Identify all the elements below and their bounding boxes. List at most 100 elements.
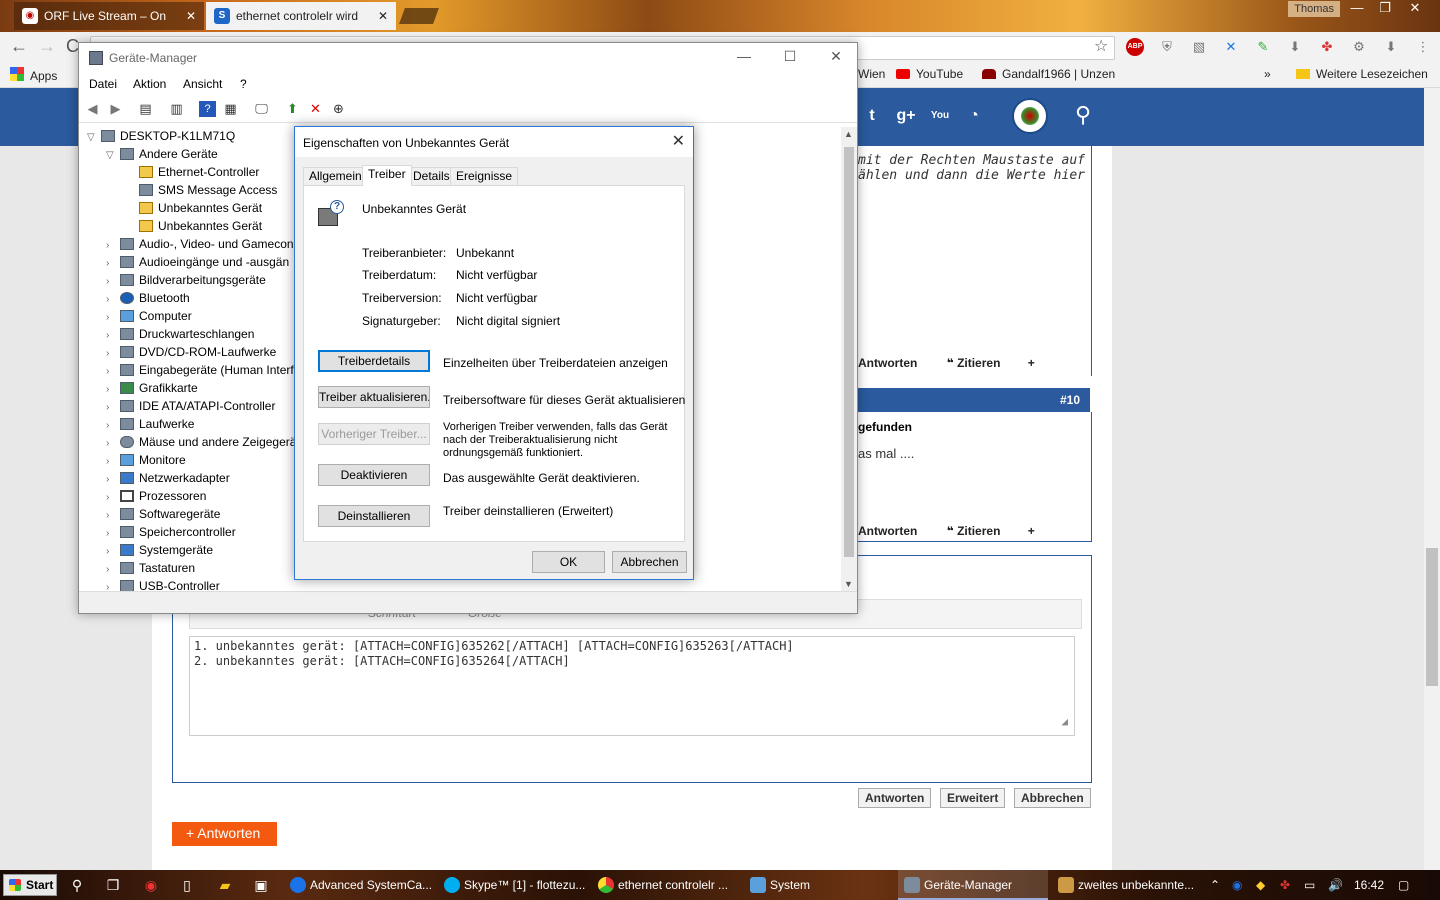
- site-logo[interactable]: [1012, 98, 1048, 134]
- browser-tab-orf[interactable]: ◉ ORF Live Stream – On ✕: [14, 2, 204, 30]
- twitter-icon[interactable]: t: [860, 104, 884, 128]
- uninstall-icon[interactable]: ✕: [307, 101, 324, 117]
- tree-category[interactable]: › Audioeingänge und -ausgän: [106, 253, 289, 271]
- expand-icon[interactable]: ›: [106, 579, 118, 591]
- task-system[interactable]: System: [744, 870, 894, 900]
- close-button[interactable]: ✕: [813, 48, 859, 68]
- advanced-button[interactable]: Erweitert: [940, 788, 1006, 808]
- tab-close-icon[interactable]: ✕: [378, 2, 388, 30]
- download-icon[interactable]: ⬇: [1286, 38, 1304, 56]
- tree-category[interactable]: › Audio-, Video- und Gamecon: [106, 235, 294, 253]
- image-icon[interactable]: ▧: [1190, 38, 1208, 56]
- tab-close-icon[interactable]: ✕: [186, 2, 196, 30]
- new-tab-button[interactable]: [399, 8, 439, 24]
- help-icon[interactable]: ?: [199, 101, 216, 117]
- quote-link[interactable]: Zitieren: [957, 356, 1000, 370]
- resize-handle-icon[interactable]: ◢: [1061, 714, 1068, 729]
- driver-details-button[interactable]: Treiberdetails: [318, 350, 430, 372]
- bookmark-wien[interactable]: Wien: [858, 67, 885, 81]
- scan-monitor-icon[interactable]: 🖵: [253, 101, 270, 117]
- update-driver-button[interactable]: Treiber aktualisieren...: [318, 386, 430, 408]
- close-icon[interactable]: ✕: [672, 131, 685, 151]
- view-list-icon[interactable]: ▦: [222, 101, 239, 117]
- task-view-icon[interactable]: ❐: [104, 876, 122, 894]
- cancel-button[interactable]: Abbrechen: [612, 551, 687, 573]
- menu-ansicht[interactable]: Ansicht: [183, 77, 222, 91]
- start-button[interactable]: Start: [3, 874, 57, 896]
- maximize-button[interactable]: ❐: [1370, 0, 1400, 18]
- store-icon[interactable]: ▣: [252, 876, 270, 894]
- tree-category[interactable]: › Tastaturen: [106, 559, 195, 577]
- multi-quote-icon[interactable]: +: [1028, 356, 1035, 370]
- tree-category[interactable]: › Netzwerkadapter: [106, 469, 230, 487]
- tab-ereignisse[interactable]: Ereignisse: [450, 167, 519, 185]
- cancel-button[interactable]: Abbrechen: [1014, 788, 1091, 808]
- task-skype[interactable]: Skype™ [1] - flottezu...: [438, 870, 588, 900]
- minimize-button[interactable]: —: [721, 48, 767, 68]
- uninstall-button[interactable]: Deinstallieren: [318, 505, 430, 527]
- tree-category[interactable]: › Druckwarteschlangen: [106, 325, 254, 343]
- minimize-button[interactable]: —: [1342, 0, 1372, 18]
- answer-button[interactable]: + Antworten: [172, 822, 277, 846]
- translate-icon[interactable]: ✕: [1222, 38, 1240, 56]
- app-icon[interactable]: ◉: [142, 876, 160, 894]
- menu-icon[interactable]: ⋮: [1414, 38, 1432, 56]
- script-icon[interactable]: ✎: [1254, 38, 1272, 56]
- reply-button[interactable]: Antworten: [858, 788, 932, 808]
- tray-overflow-icon[interactable]: ⌃: [1210, 870, 1220, 900]
- tree-category[interactable]: › IDE ATA/ATAPI-Controller: [106, 397, 275, 415]
- adblock-icon[interactable]: ABP: [1126, 38, 1144, 56]
- tree-other-devices[interactable]: ▽ Andere Geräte: [106, 145, 218, 163]
- file-icon[interactable]: ▯: [178, 876, 196, 894]
- reply-link[interactable]: Antworten: [858, 356, 917, 370]
- reply-link[interactable]: Antworten: [858, 524, 917, 538]
- search-icon[interactable]: ⚲: [68, 876, 86, 894]
- tab-treiber[interactable]: Treiber: [362, 165, 412, 186]
- forward-icon[interactable]: →: [38, 36, 56, 57]
- volume-icon[interactable]: 🔊: [1328, 870, 1343, 900]
- menu-datei[interactable]: Datei: [89, 77, 117, 91]
- pinwheel-tray-icon[interactable]: ✤: [1280, 870, 1290, 900]
- tree-item[interactable]: SMS Message Access: [137, 181, 277, 199]
- maximize-button[interactable]: ☐: [767, 48, 813, 68]
- collapse-icon[interactable]: ▽: [87, 129, 99, 147]
- bookmarks-overflow[interactable]: »: [1264, 67, 1271, 81]
- tree-scrollbar[interactable]: ▲ ▼: [841, 127, 857, 591]
- menu-help[interactable]: ?: [240, 77, 247, 91]
- menu-aktion[interactable]: Aktion: [133, 77, 166, 91]
- close-button[interactable]: ✕: [1400, 0, 1430, 18]
- search-icon[interactable]: ⚲: [1068, 102, 1098, 132]
- scrollbar-thumb[interactable]: [1426, 548, 1438, 686]
- tree-category[interactable]: › Monitore: [106, 451, 186, 469]
- task-advanced-systemcare[interactable]: Advanced SystemCa...: [284, 870, 434, 900]
- properties-icon[interactable]: ▥: [168, 101, 185, 117]
- rollback-driver-button[interactable]: Vorheriger Treiber...: [318, 423, 430, 445]
- youtube-icon[interactable]: You: [928, 104, 952, 128]
- forward-icon[interactable]: ▶: [107, 101, 124, 117]
- view-icon[interactable]: ▤: [137, 101, 154, 117]
- task-chrome[interactable]: ethernet controlelr ...: [592, 870, 742, 900]
- tree-root[interactable]: ▽ DESKTOP-K1LM71Q: [87, 127, 235, 145]
- bookmark-apps[interactable]: Apps: [10, 67, 57, 83]
- download2-icon[interactable]: ⬇: [1382, 38, 1400, 56]
- download-driver-icon[interactable]: ⊕: [330, 101, 347, 117]
- tree-category[interactable]: › Softwaregeräte: [106, 505, 220, 523]
- tree-category[interactable]: › Computer: [106, 307, 192, 325]
- tree-category[interactable]: › USB-Controller: [106, 577, 220, 591]
- bookmark-star-icon[interactable]: ☆: [1094, 36, 1108, 56]
- systemcare-tray-icon[interactable]: ◉: [1232, 870, 1242, 900]
- task-image-viewer[interactable]: zweites unbekannte...: [1052, 870, 1202, 900]
- multi-quote-icon[interactable]: +: [1028, 524, 1035, 538]
- security-tray-icon[interactable]: ◆: [1256, 870, 1265, 900]
- folder-icon[interactable]: ▰: [216, 876, 234, 894]
- network-icon[interactable]: ▭: [1304, 870, 1315, 900]
- editor-textarea[interactable]: 1. unbekanntes gerät: [ATTACH=CONFIG]635…: [189, 636, 1075, 736]
- profile-name[interactable]: Thomas: [1288, 1, 1340, 17]
- collapse-icon[interactable]: ▽: [106, 147, 118, 165]
- shield-icon[interactable]: ⛨: [1158, 38, 1176, 56]
- back-icon[interactable]: ◀: [84, 101, 101, 117]
- tree-item[interactable]: Ethernet-Controller: [137, 163, 259, 181]
- bookmark-youtube[interactable]: YouTube: [896, 67, 963, 81]
- page-scrollbar[interactable]: [1424, 88, 1440, 870]
- notifications-icon[interactable]: ▢: [1398, 870, 1409, 900]
